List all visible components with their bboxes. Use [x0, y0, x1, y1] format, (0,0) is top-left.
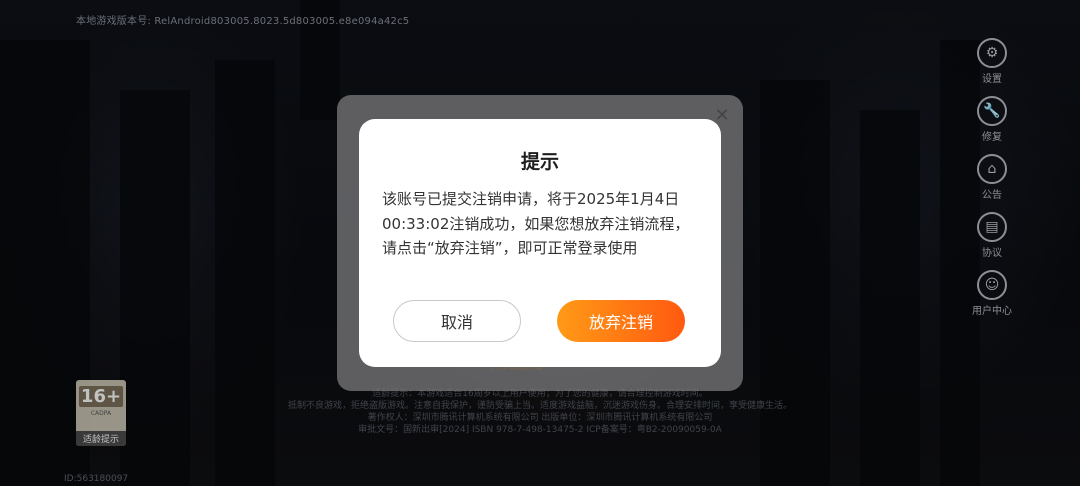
side-item-repair[interactable]: 🔧 修复	[966, 96, 1018, 154]
side-item-announcement[interactable]: ⌂ 公告	[966, 154, 1018, 212]
gear-icon: ⚙	[977, 38, 1007, 68]
side-item-user-center[interactable]: ☺ 用户中心	[966, 270, 1018, 328]
announcement-icon: ⌂	[977, 154, 1007, 184]
account-deletion-dialog: 提示 该账号已提交注销申请，将于2025年1月4日00:33:02注销成功，如果…	[359, 119, 721, 367]
abandon-deletion-button[interactable]: 放弃注销	[557, 300, 685, 342]
version-text: 本地游戏版本号: RelAndroid803005.8023.5d803005.…	[76, 16, 410, 27]
user-id-text: ID:563180097	[64, 474, 129, 484]
age-rating-badge[interactable]: 16+ CADPA 适龄提示	[76, 380, 126, 446]
side-menu: ⚙ 设置 🔧 修复 ⌂ 公告 ▤ 协议 ☺ 用户中心	[966, 38, 1018, 328]
user-center-icon: ☺	[977, 270, 1007, 300]
age-rating-text: 适龄提示	[76, 431, 126, 446]
wrench-icon: 🔧	[977, 96, 1007, 126]
dialog-message: 该账号已提交注销申请，将于2025年1月4日00:33:02注销成功，如果您想放…	[382, 190, 690, 257]
side-item-label: 设置	[982, 74, 1002, 85]
side-item-settings[interactable]: ⚙ 设置	[966, 38, 1018, 96]
cancel-button[interactable]: 取消	[393, 300, 521, 342]
side-item-agreement[interactable]: ▤ 协议	[966, 212, 1018, 270]
legal-line: 抵制不良游戏，拒绝盗版游戏。注意自我保护，谨防受骗上当。适度游戏益脑，沉迷游戏伤…	[287, 401, 792, 411]
age-rating-org: CADPA	[90, 410, 112, 417]
legal-notice: 适龄提示：本游戏适合16周岁以上用户使用；为了您的健康，请合理控制游戏时间。 抵…	[260, 388, 820, 436]
legal-line: 著作权人：深圳市腾讯计算机系统有限公司 出版单位：深圳市腾讯计算机系统有限公司	[367, 413, 713, 423]
document-icon: ▤	[977, 212, 1007, 242]
side-item-label: 用户中心	[972, 306, 1012, 317]
dialog-title: 提示	[520, 151, 559, 173]
side-item-label: 协议	[982, 248, 1002, 259]
side-item-label: 修复	[982, 132, 1002, 143]
legal-line: 审批文号：国新出审[2024] ISBN 978-7-498-13475-2 I…	[358, 425, 722, 435]
side-item-label: 公告	[982, 190, 1002, 201]
age-rating-number: 16+	[79, 386, 123, 407]
